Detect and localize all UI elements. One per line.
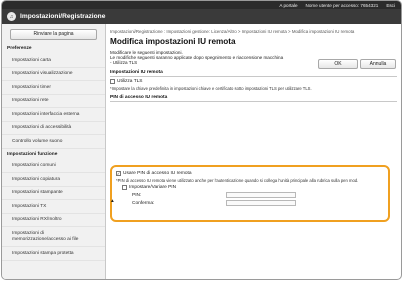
login-name: Nome utente per accesso: 7654321 xyxy=(306,3,379,8)
use-tls-checkbox[interactable] xyxy=(110,78,115,84)
ok-button[interactable]: OK xyxy=(318,59,358,69)
sidebar-item[interactable]: Impostazioni timer xyxy=(2,81,105,95)
divider xyxy=(110,100,397,102)
pin-label: PIN: xyxy=(132,192,142,198)
exit-link[interactable]: Esci xyxy=(386,3,395,8)
divider xyxy=(110,75,397,77)
intro-text: Modificare le seguenti impostazioni. Le … xyxy=(110,50,290,66)
page-title: Modifica impostazioni IU remota xyxy=(110,36,236,46)
sidebar-item[interactable]: Impostazioni copiatura xyxy=(2,173,105,187)
set-change-pin-label: Impostare/Variare PIN xyxy=(129,185,177,190)
sidebar-section-functions: Impostazioni funzione xyxy=(7,151,58,157)
sidebar-item[interactable]: Controllo volume suono xyxy=(2,135,105,149)
pin-note: *PIN di accesso IU remota viene utilizza… xyxy=(116,178,359,183)
sidebar-item[interactable]: Impostazioni interfaccia esterna xyxy=(2,108,105,122)
main-content: Impostazioni/Registrazione : Impostazion… xyxy=(110,29,397,279)
cancel-button[interactable]: Annulla xyxy=(360,59,396,69)
login-name-label: Nome utente per accesso: xyxy=(305,2,360,8)
pin-settings-highlight: ✓ Usare PIN di accesso IU remota *PIN di… xyxy=(110,165,390,222)
pin-section-title: PIN di accesso IU remota xyxy=(110,94,168,100)
intro-line: - Utilizza TLS xyxy=(110,60,138,66)
app-title: Impostazioni/Registrazione xyxy=(20,13,106,20)
use-pin-checkbox[interactable]: ✓ xyxy=(116,171,121,176)
login-name-value: 7654321 xyxy=(360,2,379,8)
remote-ui-section-title: Impostazioni IU remota xyxy=(110,69,163,75)
use-pin-row: ✓ Usare PIN di accesso IU remota xyxy=(116,171,384,176)
confirm-label: Conferma: xyxy=(132,200,155,206)
sidebar-item[interactable]: Impostazioni rete xyxy=(2,95,105,108)
sidebar-item[interactable]: Impostazioni carta xyxy=(2,54,105,68)
back-to-top-icon[interactable]: ▲ xyxy=(110,199,115,204)
use-tls-label: Utilizza TLS xyxy=(117,78,143,84)
sidebar-item[interactable]: Impostazioni RX/Inoltro xyxy=(2,214,105,227)
use-tls-row: Utilizza TLS xyxy=(110,78,397,84)
pin-row: PIN: xyxy=(116,192,384,198)
sidebar-item[interactable]: Impostazioni comuni xyxy=(2,160,105,173)
set-change-pin-checkbox[interactable] xyxy=(122,185,127,190)
app-logo-icon: ♫ xyxy=(7,12,16,21)
app-header: ♫ Impostazioni/Registrazione xyxy=(2,9,401,24)
sidebar-item[interactable]: Impostazioni stampante xyxy=(2,187,105,200)
back-button[interactable]: Rinviare la pagina xyxy=(10,29,97,40)
portal-link[interactable]: A portale xyxy=(279,3,297,8)
set-change-pin-row: Impostare/Variare PIN xyxy=(122,185,384,190)
browser-window: A portale Nome utente per accesso: 76543… xyxy=(1,0,402,280)
sidebar-section-preferences: Preferenze xyxy=(7,46,32,51)
breadcrumb: Impostazioni/Registrazione : Impostazion… xyxy=(110,29,355,34)
sidebar-item[interactable]: Impostazioni TX xyxy=(2,200,105,214)
confirm-input[interactable] xyxy=(226,200,296,206)
pin-input[interactable] xyxy=(226,192,296,198)
use-pin-label: Usare PIN di accesso IU remota xyxy=(123,171,192,176)
sidebar-item[interactable]: Impostazioni stampa protetta xyxy=(2,247,105,261)
sidebar-item[interactable]: Impostazioni di accessibilità xyxy=(2,122,105,135)
sidebar-item[interactable]: Impostazioni di memorizzazione/accesso a… xyxy=(2,227,105,247)
confirm-row: Conferma: xyxy=(116,200,384,206)
sidebar-item[interactable]: Impostazioni visualizzazione xyxy=(2,68,105,81)
sidebar: Rinviare la pagina Preferenze Impostazio… xyxy=(2,24,106,279)
tls-note: *Impostare la chiave predefinita in impo… xyxy=(110,85,312,91)
top-bar: A portale Nome utente per accesso: 76543… xyxy=(2,1,401,9)
